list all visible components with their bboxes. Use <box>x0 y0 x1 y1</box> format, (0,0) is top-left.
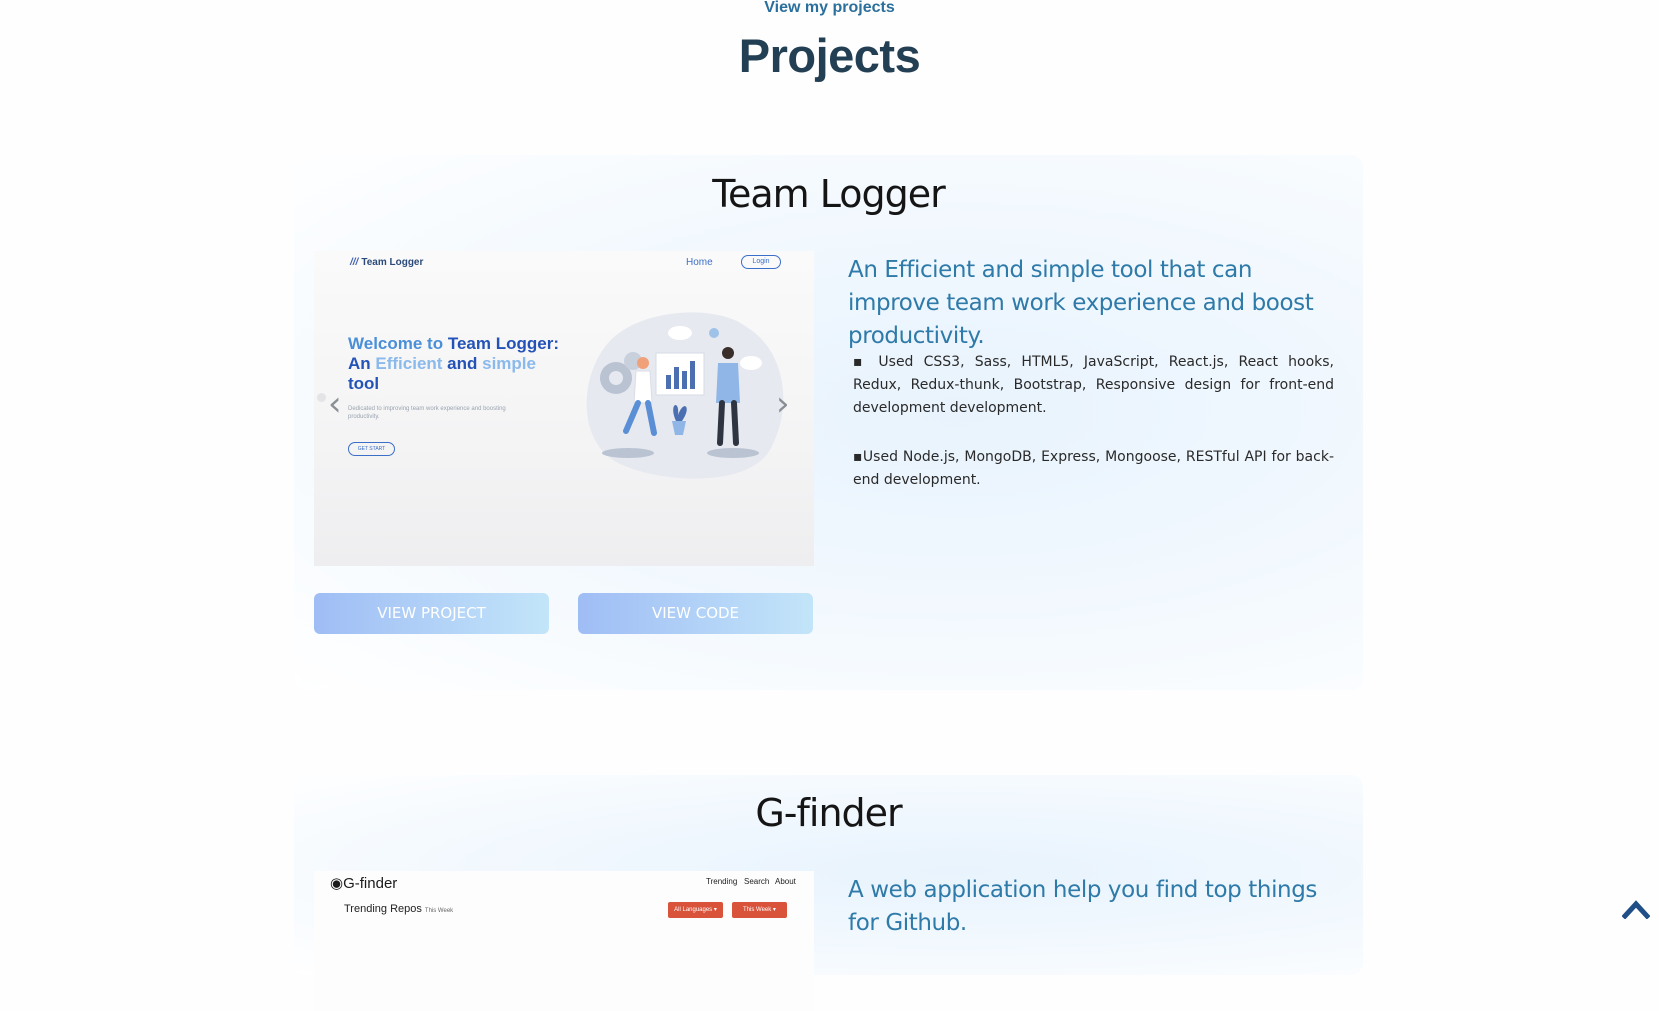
project-screenshot-carousel: ///Team Logger Home Login Welcome to Tea… <box>314 251 814 566</box>
project-screenshot-carousel: ◉G-finder Trending Search About Trending… <box>314 871 814 1011</box>
screenshot-nav-search: Search <box>744 877 770 886</box>
logo-icon: /// <box>350 257 359 268</box>
view-projects-link[interactable]: View my projects <box>0 0 1659 17</box>
frontend-tech-bullet: ▪ Used CSS3, Sass, HTML5, JavaScript, Re… <box>853 354 1334 416</box>
screenshot-heading: Trending Repos This Week <box>344 903 454 915</box>
github-icon: ◉ <box>330 875 344 892</box>
project-description: A web application help you find top thin… <box>848 877 1318 936</box>
screenshot-period-filter: This Week ▾ <box>732 902 787 918</box>
carousel-indicator[interactable] <box>317 393 326 402</box>
project-title: G-finder <box>755 791 902 835</box>
view-code-button[interactable]: VIEW CODE <box>578 593 813 634</box>
screenshot-navbar: ///Team Logger Home Login <box>314 251 814 277</box>
chevron-right-icon[interactable]: › <box>776 387 790 421</box>
screenshot-language-filter: All Languages ▾ <box>668 902 723 918</box>
screenshot-nav-login: Login <box>741 255 781 269</box>
screenshot-get-start-button: GET START <box>348 442 395 456</box>
project-title: Team Logger <box>712 172 946 216</box>
chevron-up-icon[interactable] <box>1622 897 1650 919</box>
screenshot-nav-about: About <box>775 877 796 886</box>
screenshot-hero-subtitle: Dedicated to improving team work experie… <box>348 406 506 420</box>
screenshot-logo: ◉G-finder <box>330 875 398 892</box>
screenshot-nav-trending: Trending <box>706 877 738 886</box>
chevron-left-icon[interactable]: ‹ <box>328 387 342 421</box>
project-card-g-finder: G-finder ◉G-finder Trending Search About… <box>294 775 1363 1011</box>
screenshot-hero-title: Welcome to Team Logger: An Efficient and… <box>348 334 559 393</box>
screenshot-nav-home: Home <box>686 257 713 268</box>
view-project-button[interactable]: VIEW PROJECT <box>314 593 549 634</box>
project-card-team-logger: Team Logger ///Team Logger Home Login We… <box>294 155 1363 690</box>
teamwork-illustration <box>586 312 784 479</box>
backend-tech-bullet: ▪Used Node.js, MongoDB, Express, Mongoos… <box>853 449 1334 488</box>
project-description: An Efficient and simple tool that can im… <box>848 257 1314 349</box>
page-title: Projects <box>738 29 921 82</box>
screenshot-brand: ///Team Logger <box>350 257 424 268</box>
